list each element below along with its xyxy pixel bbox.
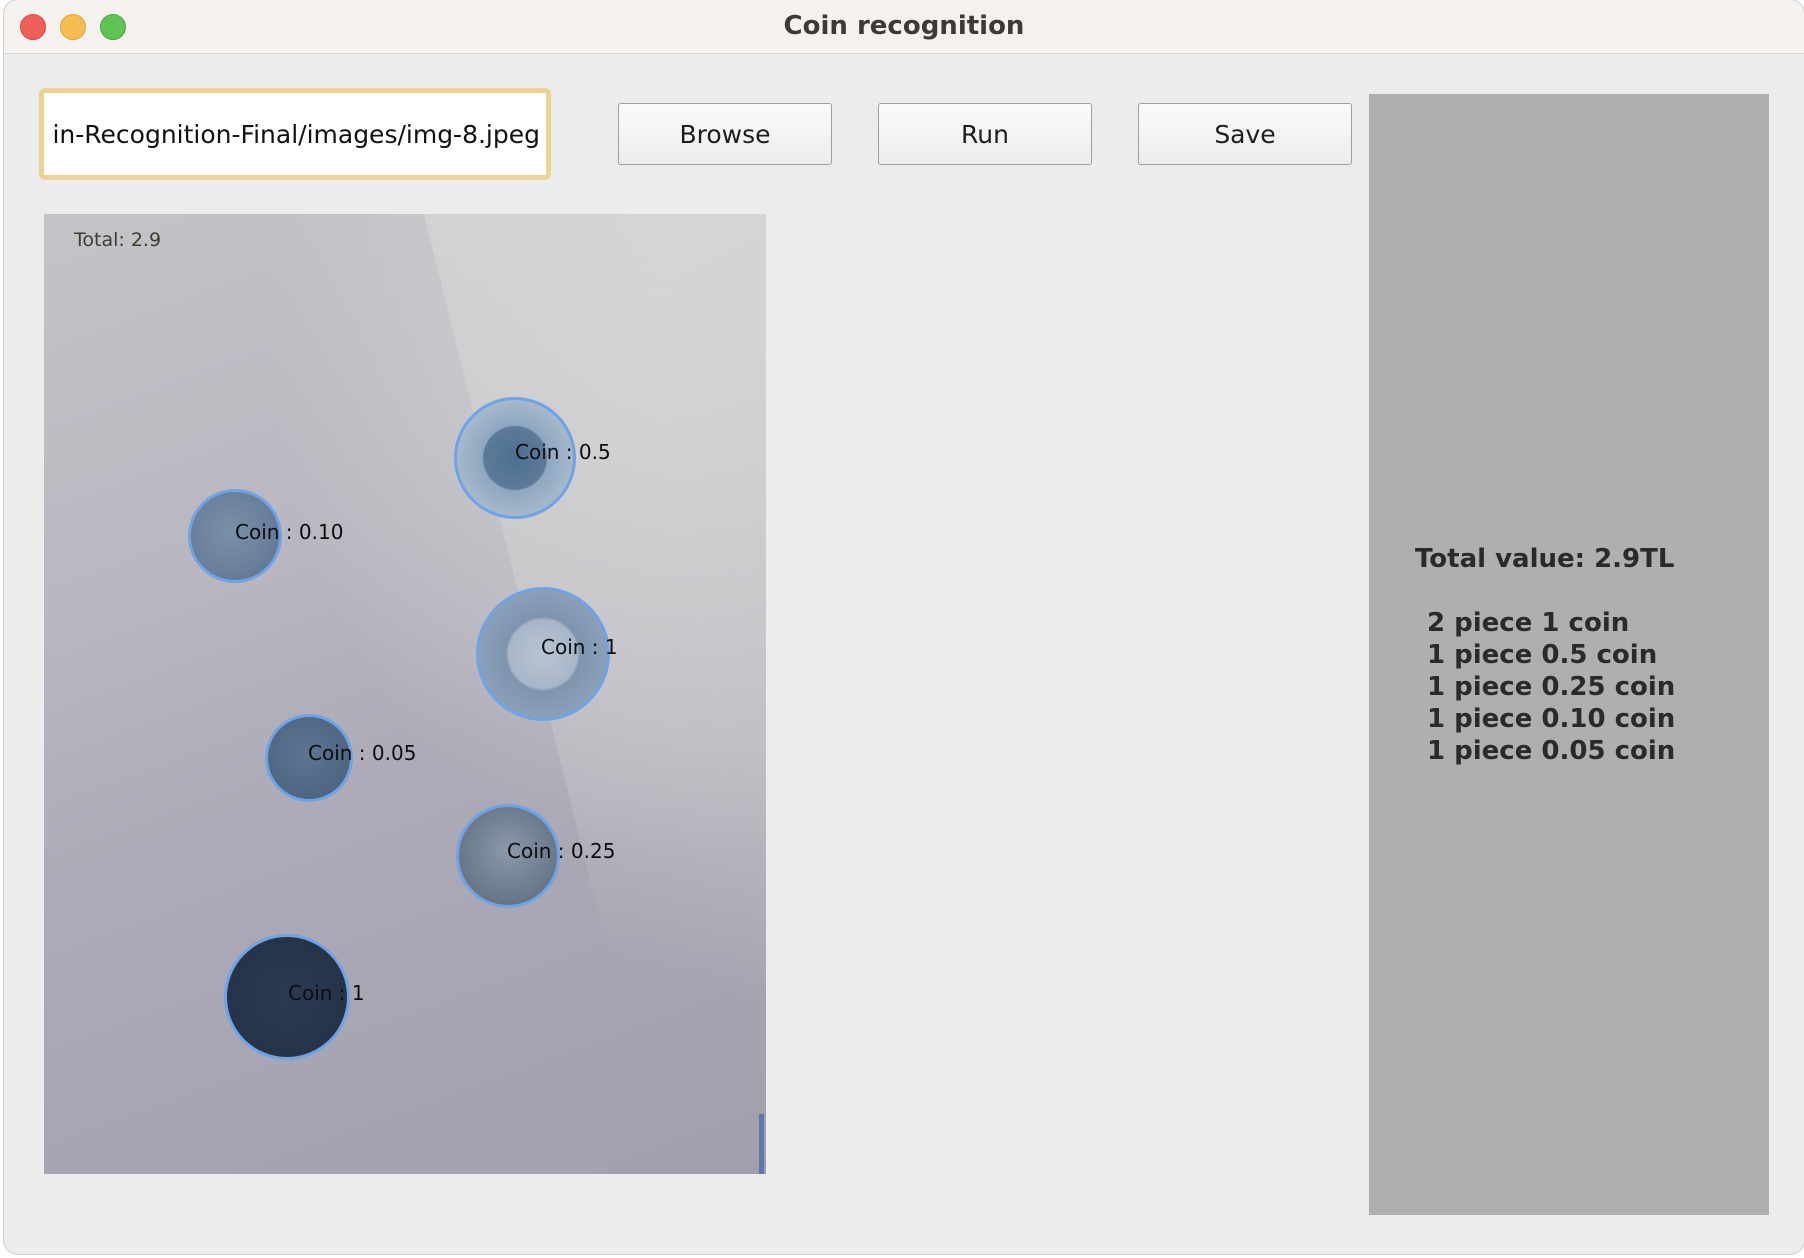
image-path-input[interactable] xyxy=(44,93,546,175)
image-path-field[interactable] xyxy=(39,88,551,180)
coin-label: Coin : 0.10 xyxy=(235,520,344,544)
browse-button[interactable]: Browse xyxy=(618,103,832,165)
image-total-overlay: Total: 2.9 xyxy=(74,229,162,251)
app-window: Coin recognition Browse Run Save Total: … xyxy=(4,0,1804,1254)
window-title: Coin recognition xyxy=(783,11,1025,41)
breakdown-item: 1 piece 0.05 coin xyxy=(1427,736,1676,766)
coin-breakdown-list: 2 piece 1 coin 1 piece 0.5 coin 1 piece … xyxy=(1427,607,1675,767)
results-panel: Total value: 2.9TL 2 piece 1 coin 1 piec… xyxy=(1369,94,1769,1215)
coin-label: Coin : 0.5 xyxy=(515,440,611,464)
title-bar: Coin recognition xyxy=(4,0,1804,54)
breakdown-item: 1 piece 0.10 coin xyxy=(1427,704,1676,734)
breakdown-item: 1 piece 0.25 coin xyxy=(1427,672,1676,702)
save-button[interactable]: Save xyxy=(1138,103,1352,165)
coin-label: Coin : 1 xyxy=(541,635,618,659)
result-image: Total: 2.9 Coin : 0.5 Coin : 0.10 Coin :… xyxy=(44,214,766,1174)
breakdown-item: 1 piece 0.5 coin xyxy=(1427,640,1658,670)
total-value: Total value: 2.9TL xyxy=(1415,544,1675,574)
coin-label: Coin : 1 xyxy=(288,981,365,1005)
coin-label: Coin : 0.25 xyxy=(507,839,616,863)
image-edge xyxy=(759,1114,764,1174)
run-button[interactable]: Run xyxy=(878,103,1092,165)
breakdown-item: 2 piece 1 coin xyxy=(1427,608,1630,638)
coin-label: Coin : 0.05 xyxy=(308,741,417,765)
